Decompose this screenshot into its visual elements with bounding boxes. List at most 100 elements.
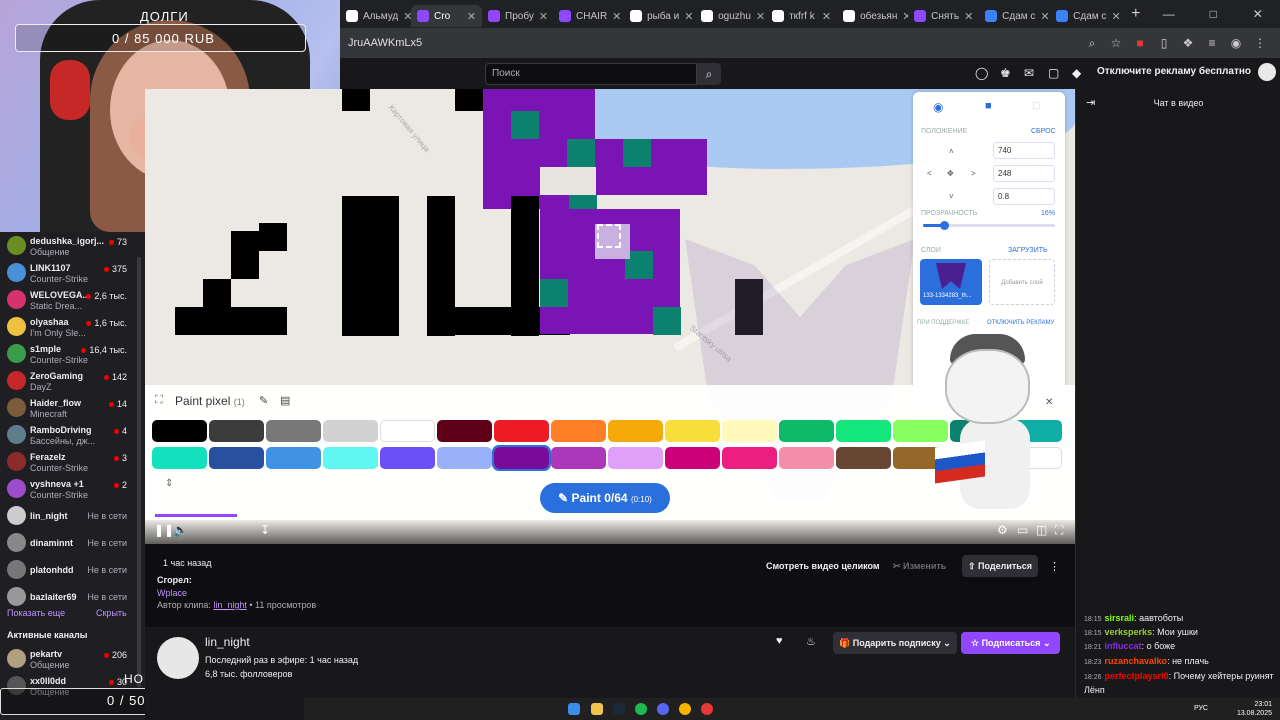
- browser-menu-icon[interactable]: ⋮: [1248, 36, 1272, 50]
- bookmark-star-icon[interactable]: ☆: [1104, 36, 1128, 50]
- edit-button[interactable]: ✂ Изменить: [887, 555, 952, 577]
- browser-tab[interactable]: рыба и ✕: [624, 5, 695, 27]
- steam-icon[interactable]: [613, 703, 625, 715]
- color-swatch[interactable]: [722, 420, 777, 442]
- color-swatch[interactable]: [551, 447, 606, 469]
- url-text[interactable]: JruAAWKmLx5: [348, 37, 422, 49]
- close-window-icon[interactable]: ✕: [1236, 7, 1280, 21]
- color-swatch[interactable]: [492, 445, 551, 471]
- app-icon[interactable]: [701, 703, 713, 715]
- scale-input[interactable]: 0.8: [993, 188, 1055, 205]
- color-swatch[interactable]: [437, 420, 492, 442]
- sidebar-channel[interactable]: Haider_flow Minecraft 14: [0, 394, 145, 421]
- chat-username[interactable]: verksperks: [1105, 627, 1153, 637]
- color-swatch[interactable]: [152, 420, 207, 442]
- color-swatch[interactable]: [779, 420, 834, 442]
- sidebar-channel[interactable]: s1mple Counter-Strike 16,4 тыс.: [0, 340, 145, 367]
- window-icon[interactable]: □: [1033, 100, 1040, 112]
- profile-avatar-icon[interactable]: ◉: [1224, 36, 1248, 50]
- color-swatch[interactable]: [836, 447, 891, 469]
- browser-tab[interactable]: ткfrf k ✕: [766, 5, 837, 27]
- color-swatch[interactable]: [209, 420, 264, 442]
- expand-icon[interactable]: ⛶: [155, 394, 163, 407]
- browser-tab[interactable]: Сдам с ✕: [979, 5, 1050, 27]
- download-icon[interactable]: ↧: [260, 523, 270, 537]
- spotify-icon[interactable]: [635, 703, 647, 715]
- fullscreen-icon[interactable]: ⛶: [1055, 523, 1063, 538]
- arrow-down-icon[interactable]: ˅: [949, 192, 954, 201]
- show-more-link[interactable]: Показать еще: [7, 608, 65, 618]
- sidebar-channel[interactable]: LINK1107 Counter-Strike 375: [0, 259, 145, 286]
- bits-icon[interactable]: ◆: [1072, 66, 1081, 80]
- browser-tab[interactable]: oguzhu ✕: [695, 5, 766, 27]
- translate-icon[interactable]: ♚: [1000, 66, 1011, 80]
- close-tab-icon[interactable]: ✕: [756, 10, 765, 23]
- color-swatch[interactable]: [779, 447, 834, 469]
- pause-icon[interactable]: ❚❚: [154, 523, 174, 537]
- color-swatch[interactable]: [494, 420, 549, 442]
- color-swatch[interactable]: [323, 420, 378, 442]
- sidebar-channel[interactable]: vyshneva +1 Counter-Strike 2: [0, 475, 145, 502]
- adblock-extension-icon[interactable]: ■: [1128, 36, 1152, 50]
- browser-tab[interactable]: Cro ✕: [411, 5, 483, 27]
- close-icon[interactable]: ✕: [1045, 397, 1053, 408]
- upload-link[interactable]: ЗАГРУЗИТЬ: [1008, 247, 1048, 254]
- color-swatch[interactable]: [152, 447, 207, 469]
- sidebar-scrollbar[interactable]: [137, 257, 141, 687]
- sidebar-channel[interactable]: Ferazelz Counter-Strike 3: [0, 448, 145, 475]
- close-tab-icon[interactable]: ✕: [964, 10, 973, 23]
- sidebar-toggle-icon[interactable]: ◫: [1036, 523, 1047, 537]
- minimize-icon[interactable]: —: [1147, 7, 1192, 21]
- windows-start-icon[interactable]: [568, 703, 580, 715]
- discord-icon[interactable]: [657, 703, 669, 715]
- sidebar-channel[interactable]: platonhdd Не в сети: [0, 556, 145, 583]
- sidebar-channel[interactable]: lin_night Не в сети: [0, 502, 145, 529]
- gift-subscription-button[interactable]: 🎁 Подарить подписку ⌄: [833, 632, 957, 654]
- close-tab-icon[interactable]: ✕: [539, 10, 548, 23]
- color-swatch[interactable]: [209, 447, 264, 469]
- lock-icon[interactable]: ■: [985, 100, 992, 112]
- prime-loot-icon[interactable]: ◯: [975, 66, 988, 80]
- sidebar-channel[interactable]: bazlaiter69 Не в сети: [0, 583, 145, 610]
- layer-thumbnail[interactable]: 133-1334283_th...: [920, 259, 982, 305]
- chat-username[interactable]: ruzanchavalko: [1105, 656, 1168, 666]
- sidebar-channel[interactable]: olyashaa I'm Only Sle... 1,6 тыс.: [0, 313, 145, 340]
- color-swatch[interactable]: [266, 447, 321, 469]
- video-player[interactable]: Картовая улица Staritsky ulitsa ◉ ■ □ ПО…: [145, 89, 1075, 544]
- color-swatch[interactable]: [665, 420, 720, 442]
- user-avatar[interactable]: [1258, 63, 1276, 81]
- color-swatch[interactable]: [551, 420, 606, 442]
- color-swatch[interactable]: [380, 447, 435, 469]
- arrow-up-icon[interactable]: ˄: [949, 147, 954, 156]
- color-swatch[interactable]: [323, 447, 378, 469]
- maximize-icon[interactable]: □: [1191, 7, 1236, 21]
- file-explorer-icon[interactable]: [591, 703, 603, 715]
- system-clock[interactable]: 23:01 13.08.2025: [1237, 700, 1272, 718]
- subscribe-button[interactable]: ☆ Подписаться ⌄: [961, 632, 1061, 654]
- search-input[interactable]: Поиск: [485, 63, 697, 85]
- sidebar-channel[interactable]: dinaminnt Не в сети: [0, 529, 145, 556]
- collapse-toggle-icon[interactable]: ⇕: [165, 478, 173, 489]
- reading-list-icon[interactable]: ≡: [1200, 36, 1224, 50]
- pencil-icon[interactable]: ✎: [259, 394, 268, 407]
- game-link[interactable]: Wplace: [157, 588, 187, 598]
- eye-icon[interactable]: ◉: [933, 100, 943, 114]
- disable-ads-link[interactable]: ОТКЛЮЧИТЬ РЕКЛАМУ: [987, 320, 1054, 326]
- color-swatch[interactable]: [380, 420, 435, 442]
- browser-tab[interactable]: CHAIR ✕: [553, 5, 624, 27]
- channel-name[interactable]: lin_night: [205, 635, 250, 649]
- puzzle-extensions-icon[interactable]: ❖: [1176, 36, 1200, 50]
- sidebar-channel[interactable]: pekartv Общение 206: [0, 645, 145, 672]
- opacity-slider[interactable]: [923, 221, 1055, 230]
- sidebar-channel[interactable]: WELOVEGA... Static Drea... 2,6 тыс.: [0, 286, 145, 313]
- heart-follow-icon[interactable]: ♥: [776, 635, 783, 647]
- browser-tab[interactable]: обезьян ✕: [837, 5, 908, 27]
- color-swatch[interactable]: [266, 420, 321, 442]
- color-swatch[interactable]: [437, 447, 492, 469]
- color-swatch[interactable]: [722, 447, 777, 469]
- watch-full-video-button[interactable]: Смотреть видео целиком: [760, 555, 886, 577]
- chat-username[interactable]: influccat: [1105, 641, 1142, 651]
- y-position-input[interactable]: 248: [993, 165, 1055, 182]
- x-position-input[interactable]: 740: [993, 142, 1055, 159]
- chrome-icon[interactable]: [679, 703, 691, 715]
